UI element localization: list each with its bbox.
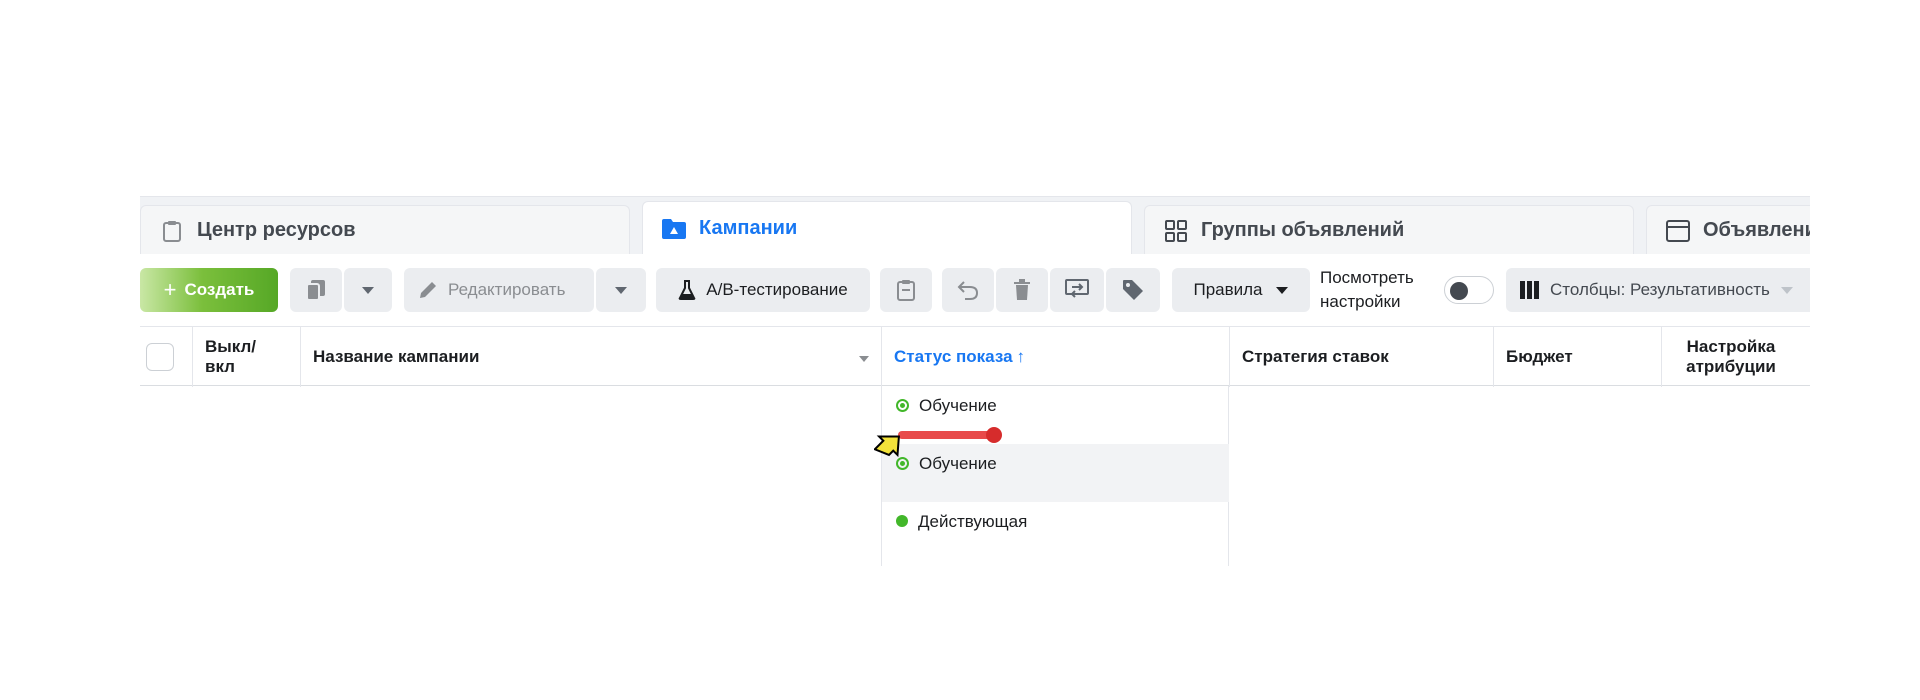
column-budget-label: Бюджет (1506, 347, 1573, 366)
column-campaign-name[interactable]: Название кампании (300, 327, 881, 387)
edit-button-label: Редактировать (448, 280, 566, 299)
tab-ads-label: Объявления (1703, 219, 1810, 241)
pencil-icon (418, 280, 438, 300)
level-tabs: Центр ресурсов Кампании Группы объявлени… (140, 196, 1810, 254)
tab-ads[interactable]: Объявления (1646, 205, 1810, 254)
drag-indicator-handle[interactable] (986, 427, 1002, 443)
export-button[interactable] (1050, 268, 1104, 312)
duplicate-icon (306, 279, 326, 301)
active-status-icon (896, 515, 908, 527)
caret-down-icon (1780, 286, 1794, 295)
ads-manager-panel: Центр ресурсов Кампании Группы объявлени… (140, 196, 1810, 568)
table-body: Обучение Обучение Действующая (140, 386, 1810, 566)
columns-label: Столбцы: Результативность (1550, 280, 1770, 299)
columns-icon (1520, 281, 1540, 299)
tab-resources-label: Центр ресурсов (197, 219, 356, 241)
ab-test-button[interactable]: A/B-тестирование (656, 268, 870, 312)
clipboard-icon (159, 218, 185, 244)
grid-icon (1163, 218, 1189, 244)
plus-icon: + (163, 277, 177, 302)
rules-label: Правила (1193, 280, 1263, 299)
caret-down-icon (361, 286, 375, 295)
column-budget[interactable]: Бюджет (1493, 327, 1661, 387)
view-settings-toggle[interactable] (1444, 276, 1494, 304)
view-settings-label: Посмотреть настройки (1320, 268, 1414, 311)
create-button[interactable]: + Создать (140, 268, 278, 312)
toggle-knob (1450, 282, 1468, 300)
status-text: Обучение (919, 454, 997, 473)
table-row[interactable]: Обучение (882, 444, 1229, 502)
flask-icon (678, 280, 696, 300)
folder-icon (661, 216, 687, 242)
create-button-label: Создать (184, 280, 255, 299)
status-text: Действующая (918, 512, 1028, 531)
duplicate-dropdown-button[interactable] (344, 268, 392, 312)
columns-button[interactable]: Столбцы: Результативность (1506, 268, 1810, 312)
tab-adsets[interactable]: Группы объявлений (1144, 205, 1634, 254)
column-toggle-label: Выкл/вкл (205, 337, 257, 376)
tab-campaigns-label: Кампании (699, 217, 798, 239)
caret-down-icon (1275, 286, 1289, 295)
ab-test-label: A/B-тестирование (706, 280, 848, 299)
export-icon (1065, 279, 1089, 301)
select-all-cell (140, 327, 192, 387)
status-text: Обучение (919, 396, 997, 415)
mouse-cursor-icon (873, 430, 904, 465)
table-header: Выкл/вкл Название кампании Статус показа… (140, 326, 1810, 387)
clipboard-icon (897, 279, 915, 301)
tab-resources[interactable]: Центр ресурсов (140, 205, 630, 254)
duplicate-button[interactable] (290, 268, 342, 312)
status-column: Обучение Обучение Действующая (881, 386, 1229, 566)
column-delivery-status[interactable]: Статус показа ↑ (881, 327, 1229, 387)
learning-status-icon (896, 399, 909, 412)
edit-button[interactable]: Редактировать (404, 268, 594, 312)
tag-icon (1122, 279, 1144, 301)
trash-icon (1013, 279, 1031, 301)
column-attribution[interactable]: Настройка атрибуции (1661, 327, 1810, 387)
rules-button[interactable]: Правила (1172, 268, 1310, 312)
clipboard-button[interactable] (880, 268, 932, 312)
undo-button[interactable] (942, 268, 994, 312)
column-campaign-name-label: Название кампании (313, 347, 480, 366)
select-all-checkbox[interactable] (146, 343, 174, 371)
toolbar: + Создать Редактировать A/B-тестирование… (140, 266, 1810, 314)
caret-down-icon (614, 286, 628, 295)
column-bid-strategy-label: Стратегия ставок (1242, 347, 1389, 366)
undo-icon (957, 280, 979, 300)
column-delivery-status-label: Статус показа (894, 347, 1013, 366)
edit-dropdown-button[interactable] (596, 268, 646, 312)
caret-down-icon (859, 347, 869, 367)
window-icon (1665, 218, 1691, 244)
column-toggle[interactable]: Выкл/вкл (192, 327, 300, 387)
table-row[interactable]: Действующая (882, 502, 1229, 560)
sort-arrow-icon: ↑ (1016, 347, 1026, 366)
column-attribution-label: Настройка атрибуции (1686, 337, 1776, 376)
tab-campaigns[interactable]: Кампании (642, 201, 1132, 254)
drag-indicator-line (898, 431, 993, 439)
column-bid-strategy[interactable]: Стратегия ставок (1229, 327, 1493, 387)
tab-adsets-label: Группы объявлений (1201, 219, 1405, 241)
tag-button[interactable] (1106, 268, 1160, 312)
delete-button[interactable] (996, 268, 1048, 312)
